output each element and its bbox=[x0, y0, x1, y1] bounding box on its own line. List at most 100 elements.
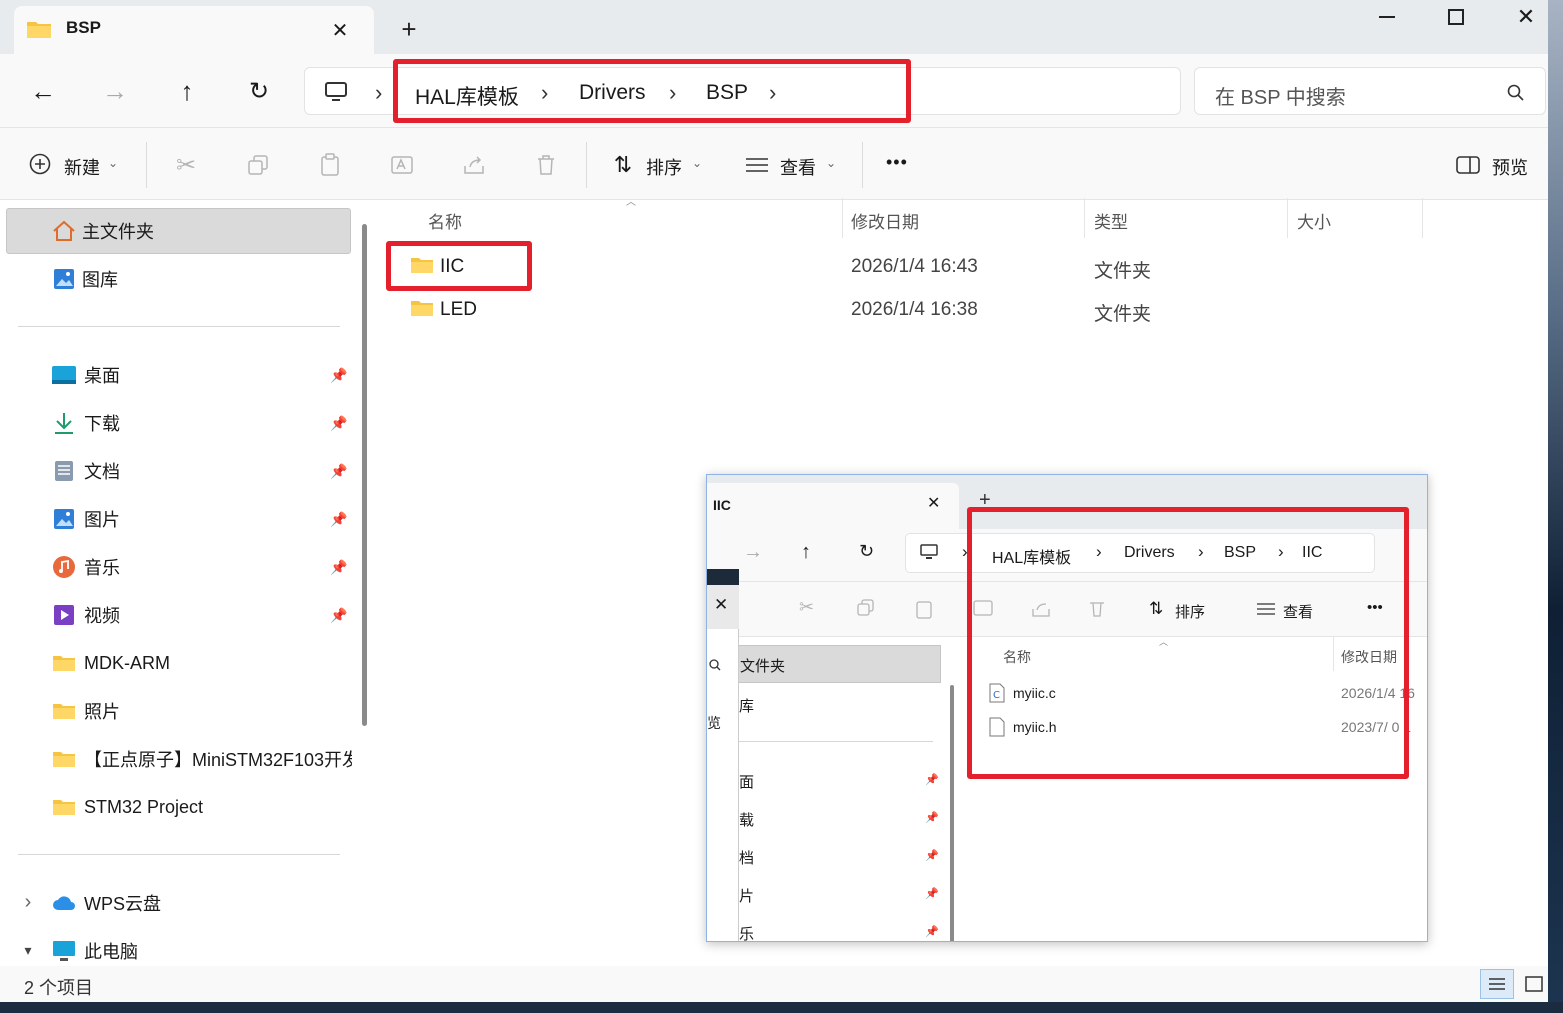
nav-label: 音乐 bbox=[84, 558, 120, 578]
nav-scrollbar[interactable] bbox=[362, 224, 367, 726]
pin-icon[interactable]: 📌 bbox=[330, 414, 348, 432]
nav-label[interactable]: 库 bbox=[739, 695, 754, 716]
overlay-explorer-screenshot: IIC ✕ + → ↑ ↻ › HAL库模板 › Drivers › BSP ›… bbox=[706, 474, 1428, 942]
pin-icon[interactable]: 📌 bbox=[330, 558, 348, 576]
back-icon[interactable]: ← bbox=[28, 76, 58, 106]
minimize-button[interactable] bbox=[1372, 8, 1402, 26]
details-view-icon[interactable] bbox=[1480, 969, 1514, 999]
table-row[interactable]: LED 2026/1/4 16:38 文件夹 bbox=[400, 291, 1540, 327]
close-window-button[interactable]: ✕ bbox=[1512, 4, 1540, 30]
pin-icon[interactable]: 📌 bbox=[925, 773, 939, 786]
more-options-button[interactable]: ••• bbox=[886, 152, 908, 173]
copy-icon[interactable] bbox=[244, 152, 272, 178]
search-icon[interactable] bbox=[1505, 82, 1527, 104]
nav-item-wps[interactable]: WPS云盘 bbox=[52, 888, 161, 918]
delete-icon[interactable] bbox=[532, 152, 560, 178]
close-tab-icon[interactable]: ✕ bbox=[328, 18, 352, 42]
pin-icon[interactable]: 📌 bbox=[330, 510, 348, 528]
nav-item-folder[interactable]: STM32 Project bbox=[52, 792, 203, 822]
divider bbox=[146, 142, 147, 188]
rename-icon[interactable] bbox=[388, 152, 416, 178]
pin-icon[interactable]: 📌 bbox=[925, 887, 939, 900]
column-header-name[interactable]: 名称 bbox=[428, 208, 462, 233]
preview-button[interactable]: 预览 bbox=[1492, 154, 1528, 180]
forward-icon[interactable]: → bbox=[100, 76, 130, 106]
nav-item-folder[interactable]: MDK-ARM bbox=[52, 648, 170, 678]
folder-icon bbox=[52, 747, 76, 771]
column-divider[interactable] bbox=[1287, 198, 1288, 238]
nav-label: STM32 Project bbox=[84, 796, 204, 817]
cut-icon[interactable]: ✂ bbox=[172, 152, 200, 179]
nav-label: 文档 bbox=[84, 462, 120, 482]
sort-icon[interactable]: ⇅ bbox=[610, 152, 636, 178]
search-placeholder: 在 BSP 中搜索 bbox=[1215, 87, 1346, 109]
chevron-down-icon[interactable]: ⌄ bbox=[826, 156, 836, 170]
chevron-down-icon[interactable]: ⌄ bbox=[108, 156, 118, 170]
maximize-button[interactable] bbox=[1442, 6, 1470, 28]
chevron-down-icon[interactable]: ▾ bbox=[20, 940, 36, 960]
column-divider[interactable] bbox=[1422, 198, 1423, 238]
sort-button[interactable]: 排序 bbox=[646, 154, 682, 180]
overlay-tab[interactable]: IIC ✕ bbox=[707, 483, 959, 529]
nav-item-music[interactable]: 音乐 bbox=[52, 552, 120, 582]
add-icon[interactable] bbox=[28, 152, 52, 176]
nav-label[interactable]: 乐 bbox=[739, 923, 754, 941]
close-tab-icon[interactable]: ✕ bbox=[927, 493, 940, 513]
nav-item-pictures[interactable]: 图片 bbox=[52, 504, 120, 534]
pin-icon[interactable]: 📌 bbox=[925, 811, 939, 824]
column-divider[interactable] bbox=[842, 198, 843, 238]
nav-label: WPS云盘 bbox=[84, 894, 162, 914]
chevron-down-icon[interactable]: ⌄ bbox=[692, 156, 702, 170]
nav-label[interactable]: 片 bbox=[739, 885, 754, 906]
nav-item-folder[interactable]: 【正点原子】MiniSTM32F103开发板 bbox=[52, 744, 352, 774]
highlight-box-breadcrumb bbox=[393, 59, 911, 123]
new-button[interactable]: 新建 bbox=[64, 154, 100, 180]
overlay-nav-selected[interactable]: 文件夹 bbox=[737, 645, 941, 683]
nav-item-videos[interactable]: 视频 bbox=[52, 600, 120, 630]
up-icon[interactable]: ↑ bbox=[172, 76, 202, 106]
column-divider[interactable] bbox=[1084, 198, 1085, 238]
search-input[interactable]: 在 BSP 中搜索 bbox=[1194, 67, 1546, 115]
tab-bsp[interactable]: BSP ✕ bbox=[14, 6, 374, 54]
nav-item-documents[interactable]: 文档 bbox=[52, 456, 120, 486]
nav-item-gallery[interactable]: 图库 bbox=[52, 264, 118, 294]
copy-icon[interactable] bbox=[857, 599, 875, 617]
view-icon[interactable] bbox=[744, 154, 770, 176]
pin-icon[interactable]: 📌 bbox=[925, 925, 939, 938]
paste-icon[interactable] bbox=[316, 152, 344, 178]
share-icon[interactable] bbox=[460, 152, 488, 178]
refresh-icon[interactable]: ↻ bbox=[859, 541, 874, 562]
pin-icon[interactable]: 📌 bbox=[330, 462, 348, 480]
nav-label[interactable]: 载 bbox=[739, 809, 754, 830]
nav-label[interactable]: 档 bbox=[739, 847, 754, 868]
side-panel-label[interactable]: 览 bbox=[707, 713, 721, 733]
nav-item-downloads[interactable]: 下载 bbox=[52, 408, 120, 438]
table-row[interactable]: IIC 2026/1/4 16:43 文件夹 bbox=[400, 248, 1540, 284]
view-button[interactable]: 查看 bbox=[780, 154, 816, 180]
pin-icon[interactable]: 📌 bbox=[330, 366, 348, 384]
sort-ascending-icon: ︿ bbox=[626, 196, 636, 208]
column-header-size[interactable]: 大小 bbox=[1297, 208, 1331, 233]
nav-item-desktop[interactable]: 桌面 bbox=[52, 360, 120, 390]
pin-icon[interactable]: 📌 bbox=[925, 849, 939, 862]
nav-divider bbox=[18, 326, 340, 327]
new-tab-button[interactable]: + bbox=[396, 14, 422, 44]
nav-label[interactable]: 面 bbox=[739, 771, 754, 792]
pin-icon[interactable]: 📌 bbox=[330, 606, 348, 624]
paste-icon[interactable] bbox=[915, 599, 933, 619]
up-icon[interactable]: ↑ bbox=[801, 541, 811, 564]
nav-item-this-pc[interactable]: 此电脑 bbox=[52, 936, 138, 966]
overlay-nav-scrollbar[interactable] bbox=[950, 685, 954, 941]
preview-pane-icon[interactable] bbox=[1456, 154, 1480, 176]
chevron-right-icon[interactable]: › bbox=[20, 891, 36, 913]
close-icon[interactable]: ✕ bbox=[714, 595, 728, 615]
nav-item-folder[interactable]: 照片 bbox=[52, 696, 120, 726]
refresh-icon[interactable]: ↻ bbox=[244, 78, 274, 105]
column-header-modified[interactable]: 修改日期 bbox=[851, 208, 919, 233]
column-header-type[interactable]: 类型 bbox=[1094, 208, 1128, 233]
cut-icon[interactable]: ✂ bbox=[799, 597, 814, 618]
forward-icon[interactable]: → bbox=[743, 541, 763, 564]
nav-item-home[interactable]: 主文件夹 bbox=[52, 216, 154, 246]
tiles-view-icon[interactable] bbox=[1520, 969, 1548, 999]
search-icon[interactable] bbox=[709, 659, 721, 671]
